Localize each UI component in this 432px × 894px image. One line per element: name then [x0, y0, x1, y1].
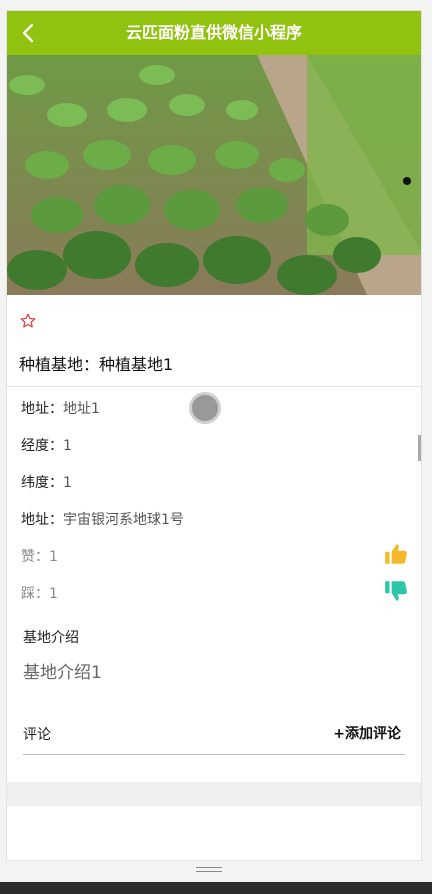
field-longitude: 经度：1 [21, 435, 72, 455]
field-latitude: 纬度：1 [21, 472, 72, 492]
field-label: 地址： [21, 512, 63, 528]
base-title-value: 种植基地1 [99, 355, 174, 374]
like-row: 赞：1 [21, 546, 58, 566]
field-value: 宇宙银河系地球1号 [63, 512, 184, 528]
carousel-indicator[interactable] [403, 177, 411, 185]
section-spacer [7, 782, 421, 806]
phone-frame: 云匹面粉直供微信小程序 种植基地：种植基地1 地址：地址1 经度：1 纬度：1 … [6, 10, 422, 861]
intro-heading: 基地介绍 [23, 630, 79, 646]
page-title: 云匹面粉直供微信小程序 [125, 23, 302, 42]
divider [7, 386, 421, 387]
dislike-count: 1 [49, 586, 58, 602]
thumbs-up-icon[interactable] [383, 541, 409, 567]
drag-handle[interactable] [196, 867, 222, 875]
scrollbar[interactable] [418, 435, 421, 461]
nav-bar: 云匹面粉直供微信小程序 [7, 11, 421, 55]
dislike-label: 踩： [21, 586, 49, 602]
field-value: 1 [63, 475, 72, 491]
favorite-icon[interactable] [19, 312, 37, 330]
base-title-label: 种植基地： [19, 355, 100, 374]
field-value: 地址1 [63, 401, 100, 417]
field-label: 经度： [21, 438, 63, 454]
comments-heading: 评论 [23, 727, 51, 743]
field-value: 1 [63, 438, 72, 454]
thumbs-down-icon[interactable] [383, 578, 409, 604]
intro-text: 基地介绍1 [23, 663, 102, 683]
field-label: 纬度： [21, 475, 63, 491]
like-label: 赞： [21, 549, 49, 565]
comments-divider [23, 754, 405, 755]
system-bar [0, 882, 432, 894]
dislike-row: 踩：1 [21, 583, 58, 603]
field-full-address: 地址：宇宙银河系地球1号 [21, 509, 184, 529]
floating-button[interactable] [189, 392, 221, 424]
banner-image [7, 55, 421, 295]
base-title: 种植基地：种植基地1 [19, 351, 173, 375]
field-address: 地址：地址1 [21, 398, 100, 418]
field-label: 地址： [21, 401, 63, 417]
like-count: 1 [49, 549, 58, 565]
add-comment-button[interactable]: +添加评论 [333, 723, 401, 743]
